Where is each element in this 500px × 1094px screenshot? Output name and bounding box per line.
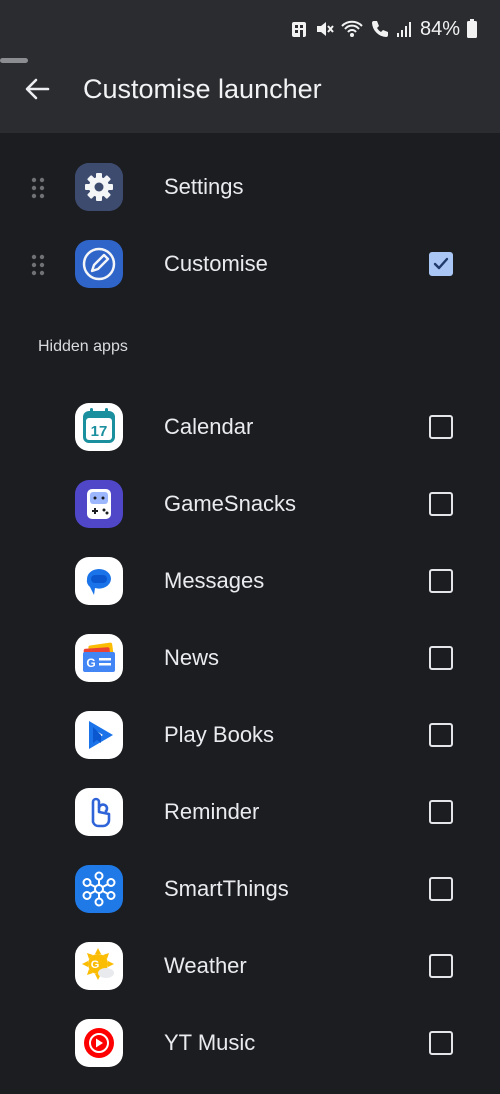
messages-icon [75,557,123,605]
calendar-icon: 17 [75,403,123,451]
building-icon [291,22,306,37]
app-label: YT Music [164,1030,256,1055]
checkbox[interactable] [429,1031,453,1055]
app-label: Play Books [164,722,275,747]
app-label: Reminder [164,799,260,824]
checkbox[interactable] [429,954,453,978]
checkbox[interactable] [429,723,453,747]
checkbox[interactable] [429,646,453,670]
edge-handle[interactable] [0,58,28,63]
settings-icon [75,163,123,211]
checkbox[interactable] [429,569,453,593]
app-label: GameSnacks [164,491,297,516]
calendar-date-text: 17 [91,423,108,440]
hidden-app-row-play-books[interactable]: Play Books [0,700,500,770]
yt-music-icon [75,1019,123,1067]
hidden-app-row-calendar[interactable]: 17 Calendar [0,392,500,462]
app-label: Messages [164,568,265,593]
battery-percent: 84% [419,17,460,40]
hidden-app-row-messages[interactable]: Messages [0,546,500,616]
weather-g-text: G [91,959,100,971]
wifi-calling-icon [341,20,363,37]
pinned-app-row-customise[interactable]: Customise [0,229,500,299]
checkbox[interactable] [429,415,453,439]
hidden-app-row-gamesnacks[interactable]: GameSnacks [0,469,500,539]
news-g-text: G [86,656,95,670]
app-label: Settings [164,174,244,199]
signal-icon [396,22,411,37]
status-bar: 84% [290,14,478,44]
news-icon: G [75,634,123,682]
call-icon [371,21,388,37]
app-label: Customise [164,251,268,276]
hidden-app-row-smartthings[interactable]: SmartThings [0,854,500,924]
play-books-icon [75,711,123,759]
app-bar: 84% Customise launcher [0,0,500,133]
mute-icon [316,22,334,36]
hidden-app-row-weather[interactable]: G Weather [0,931,500,1001]
reminder-icon [75,788,123,836]
drag-handle-icon[interactable] [30,253,46,277]
hidden-app-row-news[interactable]: G News [0,623,500,693]
checkbox[interactable] [429,877,453,901]
battery-icon [467,19,477,38]
app-label: SmartThings [164,876,289,901]
section-title-hidden-apps: Hidden apps [38,338,128,355]
arrow-left-icon[interactable] [22,74,52,104]
checkbox[interactable] [429,492,453,516]
page-title: Customise launcher [83,74,322,104]
app-label: Weather [164,953,247,978]
drag-handle-icon[interactable] [30,176,46,200]
app-label: News [164,645,220,670]
weather-icon: G [75,942,123,990]
checkbox[interactable] [429,800,453,824]
hidden-app-row-yt-music[interactable]: YT Music [0,1008,500,1078]
customise-icon [75,240,123,288]
checkbox-checked[interactable] [429,252,453,276]
pinned-app-row-settings[interactable]: Settings [0,152,500,222]
gamesnacks-icon [75,480,123,528]
app-label: Calendar [164,414,254,439]
smartthings-icon [75,865,123,913]
hidden-app-row-reminder[interactable]: Reminder [0,777,500,847]
